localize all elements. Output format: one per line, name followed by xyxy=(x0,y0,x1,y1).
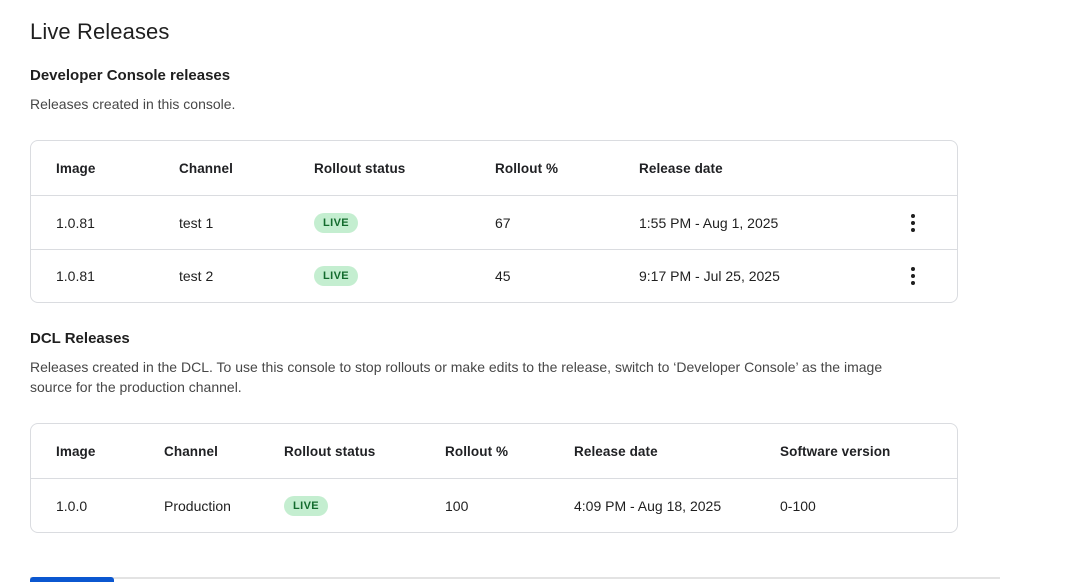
software-version-cell: 0-100 xyxy=(780,498,917,514)
rollout-pct-cell: 67 xyxy=(495,215,639,231)
table-row: 1.0.81 test 2 LIVE 45 9:17 PM - Jul 25, … xyxy=(31,249,957,302)
column-header-rollout-pct: Rollout % xyxy=(445,444,574,459)
column-header-image: Image xyxy=(56,161,179,176)
bottom-divider xyxy=(30,577,1000,579)
dev-console-releases-table: Image Channel Rollout status Rollout % R… xyxy=(30,140,958,303)
row-actions-cell xyxy=(891,258,941,294)
dcl-releases-table: Image Channel Rollout status Rollout % R… xyxy=(30,423,958,533)
dcl-section-heading: DCL Releases xyxy=(30,329,1046,349)
rollout-status-cell: LIVE xyxy=(314,213,495,233)
column-header-rollout-status: Rollout status xyxy=(314,161,495,176)
table-header-row: Image Channel Rollout status Rollout % R… xyxy=(31,141,957,196)
primary-action-button[interactable] xyxy=(30,577,114,582)
channel-cell: test 2 xyxy=(179,268,314,284)
kebab-menu-icon xyxy=(911,267,915,271)
column-header-channel: Channel xyxy=(164,444,284,459)
row-actions-cell xyxy=(891,205,941,241)
rollout-status-cell: LIVE xyxy=(314,266,495,286)
rollout-pct-cell: 100 xyxy=(445,498,574,514)
kebab-menu-icon xyxy=(911,214,915,218)
table-header-row: Image Channel Rollout status Rollout % R… xyxy=(31,424,957,479)
release-date-cell: 1:55 PM - Aug 1, 2025 xyxy=(639,215,891,231)
image-cell: 1.0.81 xyxy=(56,268,179,284)
column-header-release-date: Release date xyxy=(639,161,891,176)
image-cell: 1.0.0 xyxy=(56,498,164,514)
row-actions-button[interactable] xyxy=(895,205,931,241)
page-title: Live Releases xyxy=(30,18,1046,46)
live-status-badge: LIVE xyxy=(314,213,358,233)
live-releases-page: Live Releases Developer Console releases… xyxy=(0,0,1076,582)
row-actions-button[interactable] xyxy=(895,258,931,294)
column-header-software-version: Software version xyxy=(780,444,917,459)
release-date-cell: 9:17 PM - Jul 25, 2025 xyxy=(639,268,891,284)
channel-cell: Production xyxy=(164,498,284,514)
image-cell: 1.0.81 xyxy=(56,215,179,231)
rollout-pct-cell: 45 xyxy=(495,268,639,284)
column-header-image: Image xyxy=(56,444,164,459)
table-row: 1.0.0 Production LIVE 100 4:09 PM - Aug … xyxy=(31,479,957,532)
release-date-cell: 4:09 PM - Aug 18, 2025 xyxy=(574,498,780,514)
rollout-status-cell: LIVE xyxy=(284,496,445,516)
live-status-badge: LIVE xyxy=(314,266,358,286)
column-header-release-date: Release date xyxy=(574,444,780,459)
column-header-channel: Channel xyxy=(179,161,314,176)
column-header-rollout-status: Rollout status xyxy=(284,444,445,459)
dev-console-section-description: Releases created in this console. xyxy=(30,94,925,114)
table-row: 1.0.81 test 1 LIVE 67 1:55 PM - Aug 1, 2… xyxy=(31,196,957,249)
dcl-section-description: Releases created in the DCL. To use this… xyxy=(30,357,925,397)
column-header-rollout-pct: Rollout % xyxy=(495,161,639,176)
dev-console-section-heading: Developer Console releases xyxy=(30,66,1046,86)
live-status-badge: LIVE xyxy=(284,496,328,516)
channel-cell: test 1 xyxy=(179,215,314,231)
